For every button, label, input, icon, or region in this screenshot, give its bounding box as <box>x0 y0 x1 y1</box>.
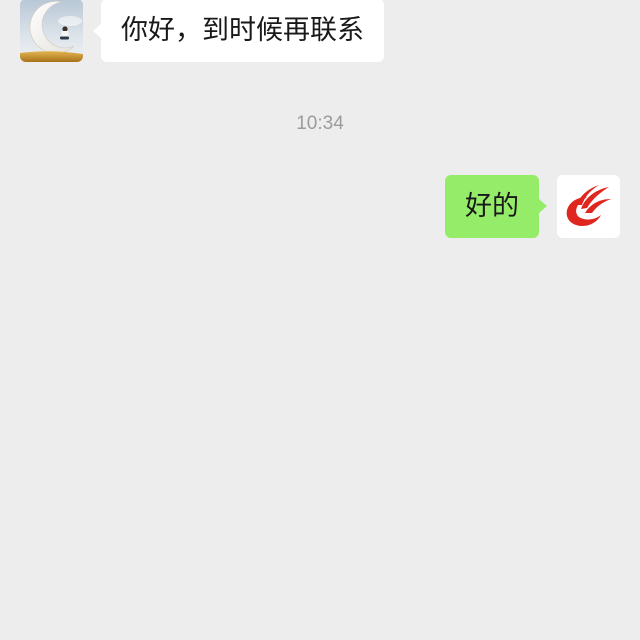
incoming-message-text: 你好，到时候再联系 <box>121 15 364 46</box>
golden-base <box>20 51 83 62</box>
outgoing-message-text: 好的 <box>465 191 519 222</box>
message-timestamp: 10:34 <box>296 113 344 134</box>
cloud <box>58 16 82 26</box>
logo-background <box>557 175 620 238</box>
my-avatar[interactable] <box>557 175 620 238</box>
phoenix-logo-icon <box>557 175 620 238</box>
bubble-tail <box>539 199 547 213</box>
outgoing-message-bubble[interactable]: 好的 <box>445 175 547 238</box>
contact-avatar[interactable] <box>20 0 83 62</box>
crescent-moon-photo-icon <box>20 0 83 62</box>
incoming-message-bubble[interactable]: 你好，到时候再联系 <box>93 0 384 62</box>
bubble-tail <box>93 24 101 38</box>
chat-screen: 你好，到时候再联系 10:34 好的 <box>0 0 640 640</box>
